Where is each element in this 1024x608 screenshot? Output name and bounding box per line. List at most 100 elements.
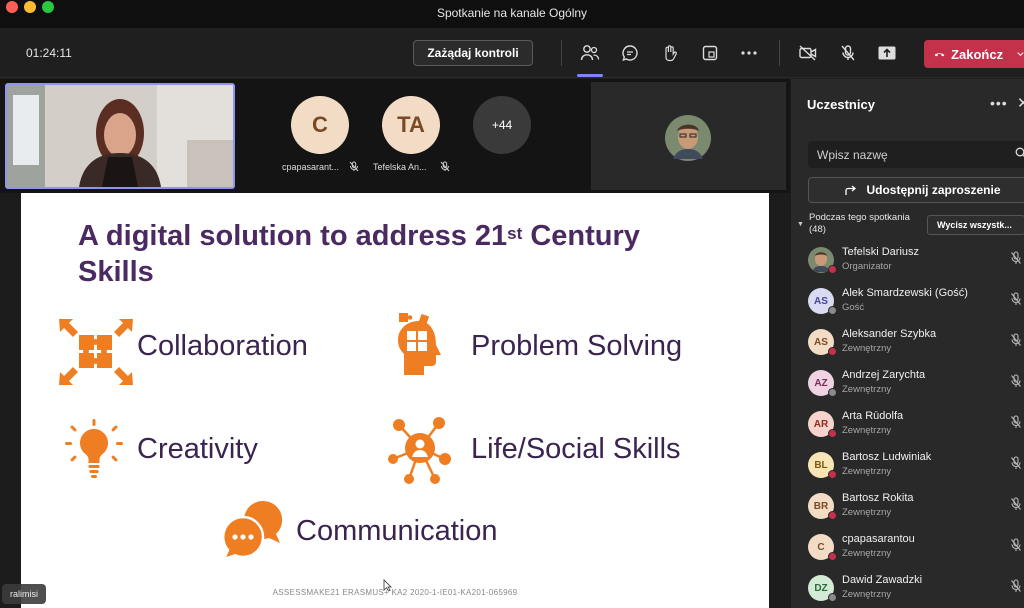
mute-all-button[interactable]: Wycisz wszystk... [927, 215, 1024, 235]
mic-off-icon [349, 161, 359, 172]
chat-icon[interactable] [619, 42, 641, 64]
participant-row[interactable]: AS Alek Smardzewski (Gość) Gość [791, 282, 1024, 322]
chevron-down-icon[interactable] [1017, 51, 1024, 57]
share-icon [845, 185, 857, 195]
skill-collaboration: Collaboration [137, 330, 308, 362]
presence-status-icon [828, 306, 837, 315]
participant-avatar[interactable]: TA [382, 96, 440, 154]
toolbar-divider [561, 40, 562, 66]
share-invite-label: Udostępnij zaproszenie [866, 183, 1001, 197]
chevron-down-icon[interactable]: ▼ [797, 221, 804, 228]
participant-role: Gość [842, 302, 865, 313]
toolbar-divider [779, 40, 780, 66]
participants-icon[interactable] [579, 42, 601, 64]
active-tab-indicator [577, 74, 603, 77]
participants-panel: Uczestnicy ••• ✕ Udostępnij zaproszenie … [790, 79, 1024, 608]
participant-name: Alek Smardzewski (Gość) [842, 287, 968, 299]
skill-creativity: Creativity [137, 433, 258, 465]
shared-slide: A digital solution to address 21st Centu… [21, 193, 769, 608]
remote-video-tile[interactable] [591, 82, 786, 190]
participant-role: Zewnętrzny [842, 466, 892, 477]
participant-name: Tefelski Dariusz [842, 246, 920, 258]
slide-title: A digital solution to address 21st Centu… [78, 220, 640, 288]
panel-more-options-icon[interactable]: ••• [990, 95, 1008, 111]
presenter-name-tag: ralimisi [2, 584, 46, 604]
participant-tile-name: cpapasarant... [282, 162, 340, 172]
skill-communication: Communication [296, 515, 498, 547]
presence-status-icon [828, 552, 837, 561]
mic-off-icon[interactable] [1010, 538, 1022, 557]
mic-off-icon[interactable] [1010, 415, 1022, 434]
end-call-button[interactable]: Zakończ [924, 40, 1024, 68]
presence-status-icon [828, 511, 837, 520]
participant-row[interactable]: Ccpapasarantou Zewnętrzny [791, 528, 1024, 568]
speech-bubbles-icon [221, 500, 283, 561]
problem-solving-head-icon [398, 313, 441, 375]
more-participants-button[interactable]: +44 [473, 96, 531, 154]
presence-status-icon [828, 593, 837, 602]
close-icon[interactable]: ✕ [1017, 94, 1024, 112]
share-screen-icon[interactable] [876, 42, 898, 64]
collaboration-puzzle-icon [59, 319, 133, 385]
presenter-video-image [7, 85, 233, 187]
mic-off-icon[interactable] [1010, 579, 1022, 598]
mic-off-icon[interactable] [837, 42, 859, 64]
participant-name: Bartosz Ludwiniak [842, 451, 932, 463]
presence-status-icon [828, 388, 837, 397]
participant-name: Aleksander Szybka [842, 328, 937, 340]
participant-name: cpapasarantou [842, 533, 915, 545]
participant-role: Zewnętrzny [842, 425, 892, 436]
mic-off-icon[interactable] [1010, 497, 1022, 516]
mic-off-icon [440, 161, 450, 172]
participant-row[interactable]: DZ Dawid Zawadzki Zewnętrzny [791, 569, 1024, 608]
participant-row[interactable]: BR Bartosz Rokita Zewnętrzny [791, 487, 1024, 527]
participant-row[interactable]: BL Bartosz Ludwiniak Zewnętrzny [791, 446, 1024, 486]
skill-life-social: Life/Social Skills [471, 433, 681, 465]
title-bar: Spotkanie na kanale Ogólny [0, 0, 1024, 28]
participant-photo [665, 115, 711, 161]
participant-role: Zewnętrzny [842, 589, 892, 600]
participant-role: Zewnętrzny [842, 507, 892, 518]
participant-name: Arta Rūdolfa [842, 410, 904, 422]
participant-search-input[interactable] [808, 141, 1024, 168]
share-invite-button[interactable]: Udostępnij zaproszenie [808, 177, 1024, 203]
view-layout-icon[interactable] [699, 42, 721, 64]
participant-name: Andrzej Zarychta [842, 369, 926, 381]
panel-title: Uczestnicy [807, 97, 875, 112]
mic-off-icon[interactable] [1010, 292, 1022, 311]
presence-status-icon [828, 265, 837, 274]
slide-footer: ASSESSMAKE21 ERASMUS+ KA2 2020-1-IE01-KA… [272, 588, 518, 597]
participant-name: Dawid Zawadzki [842, 574, 923, 586]
mic-off-icon[interactable] [1010, 456, 1022, 475]
presenter-video-tile[interactable] [5, 83, 235, 189]
participant-tile-name: Tefelska An... [373, 162, 427, 172]
camera-off-icon[interactable] [797, 42, 819, 64]
participant-row[interactable]: AR Arta Rūdolfa Zewnętrzny [791, 405, 1024, 445]
mic-off-icon[interactable] [1010, 251, 1022, 270]
participant-role: Organizator [842, 261, 892, 272]
end-call-label: Zakończ [951, 46, 1004, 62]
meeting-timer: 01:24:11 [26, 46, 72, 60]
request-control-button[interactable]: Zażądaj kontroli [413, 40, 533, 66]
participant-role: Zewnętrzny [842, 384, 892, 395]
phone-hangup-icon [934, 53, 945, 57]
presence-status-icon [828, 429, 837, 438]
lightbulb-icon [65, 419, 123, 478]
participant-name: Bartosz Rokita [842, 492, 914, 504]
social-network-icon [388, 417, 451, 484]
mic-off-icon[interactable] [1010, 333, 1022, 352]
more-options-icon[interactable] [738, 42, 760, 64]
raise-hand-icon[interactable] [659, 42, 681, 64]
presence-status-icon [828, 470, 837, 479]
meeting-toolbar: 01:24:11 Zażądaj kontroli Zakończ [0, 28, 1024, 78]
skill-problem-solving: Problem Solving [471, 330, 683, 362]
participant-avatar[interactable]: C [291, 96, 349, 154]
participant-role: Zewnętrzny [842, 548, 892, 559]
section-header[interactable]: Podczas tego spotkania (48) [809, 212, 910, 236]
search-icon[interactable] [1015, 147, 1024, 159]
participant-row[interactable]: AZ Andrzej Zarychta Zewnętrzny [791, 364, 1024, 404]
mic-off-icon[interactable] [1010, 374, 1022, 393]
participant-row[interactable]: Tefelski Dariusz Organizator [791, 241, 1024, 281]
participant-row[interactable]: AS Aleksander Szybka Zewnętrzny [791, 323, 1024, 363]
participant-role: Zewnętrzny [842, 343, 892, 354]
